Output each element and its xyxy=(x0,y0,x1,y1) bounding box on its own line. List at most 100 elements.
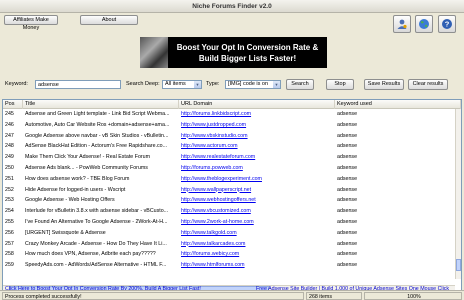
cell-url[interactable]: http://forums.linkbidscript.com xyxy=(179,110,335,119)
col-url-header[interactable]: URL Domain xyxy=(179,100,335,109)
cell-title: [URGENT] Swissquote & Adsense xyxy=(25,229,106,236)
table-row[interactable]: 253 Google Adsense - Web Hosting Offers ht… xyxy=(3,196,455,205)
cell-title: I've Found An Alternative To Google Adse… xyxy=(25,219,168,225)
globe-button[interactable] xyxy=(415,15,433,33)
cell-pos: 256 xyxy=(5,229,14,236)
vertical-scrollbar[interactable] xyxy=(455,109,461,279)
help-button[interactable]: ? xyxy=(438,15,456,33)
cell-title: SpeedyAds.com - AdWords/AdSense Alternat… xyxy=(25,262,167,269)
cell-pos: 255 xyxy=(5,219,14,225)
cell-keyword: adsense xyxy=(337,251,358,258)
banner-text: Boost Your Opt In Conversion Rate & Buil… xyxy=(176,42,319,63)
table-row[interactable]: 257 Crazy Monkey Arcade - Adsense - How D… xyxy=(3,240,455,249)
cell-keyword: adsense xyxy=(337,186,358,193)
col-pos-header[interactable]: Pos xyxy=(3,100,23,109)
clear-results-button[interactable]: Clear results xyxy=(408,79,448,90)
cell-url[interactable]: http://forums.powweb.com xyxy=(179,164,335,173)
user-settings-button[interactable] xyxy=(393,15,411,33)
cell-title: Adsense and Green Light template - Link … xyxy=(25,111,170,117)
table-row[interactable]: 249 Make Them Click Your Adsense! - Real … xyxy=(3,153,455,162)
cell-pos: 258 xyxy=(5,251,14,258)
affiliates-button[interactable]: Affiliates Make Money xyxy=(4,15,58,31)
cell-pos: 248 xyxy=(5,143,14,150)
col-keyword-header[interactable]: Keyword used xyxy=(335,100,461,109)
status-message: Process completed successfully! xyxy=(2,292,304,300)
cell-pos: 247 xyxy=(5,132,14,139)
about-button[interactable]: About xyxy=(80,15,138,25)
table-row[interactable]: 247 Google Adsense above navbar - vB Skin… xyxy=(3,132,455,141)
type-select[interactable]: [IMG] code is on ▼ xyxy=(225,80,281,89)
cell-pos: 253 xyxy=(5,197,14,204)
cell-url[interactable]: http://www.actorum.com xyxy=(179,142,335,151)
cell-url[interactable]: http://www.vbcustomized.com xyxy=(179,207,335,216)
table-row[interactable]: 250 Adsense Ads blank... - PowWeb Communi… xyxy=(3,164,455,173)
chevron-down-icon: ▼ xyxy=(273,81,280,88)
cell-keyword: adsense xyxy=(337,143,358,150)
cell-keyword: adsense xyxy=(337,208,358,215)
cell-url[interactable]: http://www.talkgold.com xyxy=(179,229,335,238)
table-row[interactable]: 255 I've Found An Alternative To Google A… xyxy=(3,218,455,227)
table-row[interactable]: 251 How does adsense work? - TBE Blog For… xyxy=(3,175,455,184)
cell-keyword: adsense xyxy=(337,219,358,225)
cell-url[interactable]: http://www.justdropped.com xyxy=(179,121,335,130)
table-row[interactable]: 258 How much does VPN, Adsense, Adbrite e… xyxy=(3,250,455,259)
table-row[interactable]: 254 Interlude for vBulletin 3.8.x with ad… xyxy=(3,207,455,216)
table-row[interactable]: 246 Automotive, Auto Car Website Ros +dom… xyxy=(3,121,455,130)
cell-url[interactable]: http://forums.webicy.com xyxy=(179,250,335,259)
cell-keyword: adsense xyxy=(337,229,358,236)
cell-keyword: adsense xyxy=(337,132,358,139)
cell-title: Crazy Monkey Arcade - Adsense - How Do T… xyxy=(25,240,167,247)
cell-title: Interlude for vBulletin 3.8.x with adsen… xyxy=(25,208,169,215)
type-label: Type: xyxy=(206,81,220,87)
search-deep-value: All items xyxy=(165,81,186,87)
search-deep-label: Search Deep: xyxy=(126,81,160,87)
stop-button[interactable]: Stop xyxy=(326,79,354,90)
table-row[interactable]: 252 Hide Adsense for logged-in users - Ws… xyxy=(3,186,455,195)
search-deep-select[interactable]: All items ▼ xyxy=(162,80,202,89)
cell-url[interactable]: http://www.realestateforum.com xyxy=(179,153,335,162)
help-icon: ? xyxy=(442,19,452,29)
cell-title: Make Them Click Your Adsense! - Real Est… xyxy=(25,154,151,161)
cell-pos: 246 xyxy=(5,121,14,128)
cell-title: AdSense BlackHat Edition - Actorum's Fre… xyxy=(25,143,168,150)
type-value: [IMG] code is on xyxy=(228,81,269,87)
cell-url[interactable]: http://www.vbskinstudio.com xyxy=(179,132,335,141)
status-item-count: 268 items xyxy=(306,292,362,300)
keyword-label: Keyword: xyxy=(5,81,28,87)
table-row[interactable]: 259 SpeedyAds.com - AdWords/AdSense Alter… xyxy=(3,261,455,270)
cell-keyword: adsense xyxy=(337,240,358,247)
status-progress: 100% xyxy=(364,292,462,300)
banner-image xyxy=(140,37,168,68)
col-title-header[interactable]: Title xyxy=(23,100,179,109)
save-results-button[interactable]: Save Results xyxy=(364,79,404,90)
cell-keyword: adsense xyxy=(337,121,358,128)
results-grid[interactable]: Pos Title URL Domain Keyword used 245 Ads… xyxy=(2,99,462,292)
table-row[interactable]: 245 Adsense and Green Light template - Li… xyxy=(3,110,455,119)
cell-title: How much does VPN, Adsense, Adbrite each… xyxy=(25,251,156,258)
scroll-thumb[interactable] xyxy=(456,259,461,271)
cell-keyword: adsense xyxy=(337,175,358,182)
cell-url[interactable]: http://www.2work-at-home.com xyxy=(179,218,335,227)
cell-pos: 259 xyxy=(5,262,14,269)
promo-banner[interactable]: Boost Your Opt In Conversion Rate & Buil… xyxy=(140,37,327,68)
keyword-input[interactable] xyxy=(35,80,121,89)
cell-url[interactable]: http://www.htmlforums.com xyxy=(179,261,335,270)
grid-body: 245 Adsense and Green Light template - Li… xyxy=(3,109,455,277)
cell-title: Google Adsense above navbar - vB Skin St… xyxy=(25,132,169,139)
user-settings-icon xyxy=(397,19,407,29)
cell-keyword: adsense xyxy=(337,165,358,171)
cell-keyword: adsense xyxy=(337,154,358,161)
cell-pos: 254 xyxy=(5,208,14,215)
cell-pos: 250 xyxy=(5,165,14,171)
cell-keyword: adsense xyxy=(337,262,358,269)
cell-pos: 252 xyxy=(5,186,14,193)
cell-url[interactable]: http://www.webhostingoffers.net xyxy=(179,196,335,205)
cell-keyword: adsense xyxy=(337,111,358,117)
svg-text:?: ? xyxy=(445,20,450,29)
cell-url[interactable]: http://www.talkarcades.com xyxy=(179,240,335,249)
cell-url[interactable]: http://www.theblogexperiment.com xyxy=(179,175,335,184)
search-button[interactable]: Search xyxy=(286,79,314,90)
cell-url[interactable]: http://www.wallpaperscript.net xyxy=(179,186,335,195)
table-row[interactable]: 248 AdSense BlackHat Edition - Actorum's … xyxy=(3,142,455,151)
table-row[interactable]: 256 [URGENT] Swissquote & Adsense http://w… xyxy=(3,229,455,238)
